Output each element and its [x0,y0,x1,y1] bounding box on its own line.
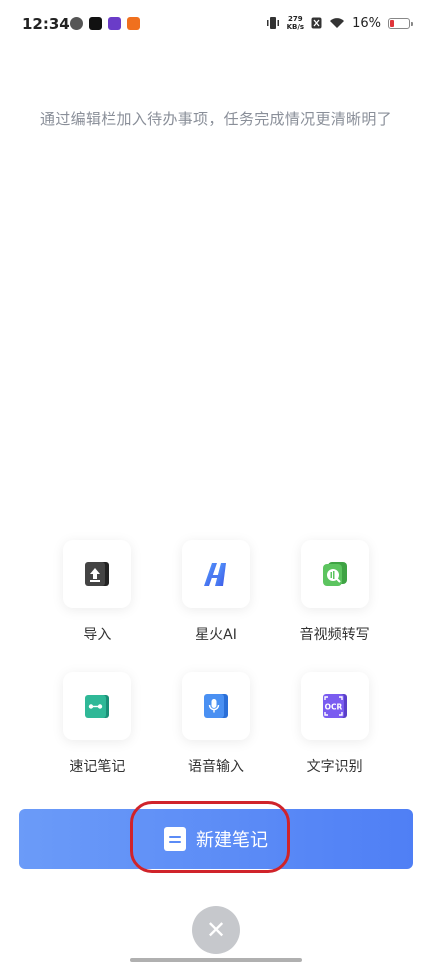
tool-card[interactable]: OCR [300,672,369,740]
todo-hint: 通过编辑栏加入待办事项，任务完成情况更清晰明了 [40,110,392,128]
clock: 12:34 [22,15,70,33]
tool-grid: 导入 星火AI 音视频转写 速记笔记 语音输入 OCR 文字识别 [38,540,394,776]
tool-spark-ai[interactable]: 星火AI [157,540,276,644]
tool-label: 星火AI [195,627,237,643]
tool-card[interactable] [300,540,369,608]
note-icon [164,827,186,851]
tool-av-transcribe[interactable]: 音视频转写 [275,540,394,644]
microphone-icon [203,694,228,718]
shorthand-icon [85,695,110,718]
tool-ocr[interactable]: OCR 文字识别 [275,672,394,776]
spark-ai-icon [203,563,226,586]
new-note-button[interactable]: 新建笔记 [19,809,413,869]
import-icon [85,562,110,586]
tool-label: 速记笔记 [69,759,126,775]
tool-card[interactable] [181,672,250,740]
home-indicator[interactable] [130,958,302,962]
tool-import[interactable]: 导入 [38,540,157,644]
av-transcribe-icon [322,562,347,586]
tool-shorthand[interactable]: 速记笔记 [38,672,157,776]
close-icon: ✕ [205,916,227,944]
status-bar: 12:34 279 KB/s 16% [0,0,432,52]
tool-label: 语音输入 [187,759,244,775]
notification-icons [70,17,140,30]
tool-card[interactable] [181,540,250,608]
tiktok-icon [89,17,102,30]
close-button[interactable]: ✕ [192,906,240,954]
tool-card[interactable] [63,672,132,740]
battery-icon [388,17,413,29]
net-speed: 279 KB/s [286,15,305,31]
wifi-icon [330,18,345,28]
ocr-icon: OCR [322,694,347,718]
status-right: 279 KB/s 16% [266,15,413,31]
purple-app-icon [108,17,121,30]
bird-app-icon [70,17,83,30]
ocr-icon-text: OCR [324,703,342,712]
no-sim-icon [311,17,322,29]
tool-label: 音视频转写 [299,627,370,643]
orange-app-icon [127,17,140,30]
tool-voice-input[interactable]: 语音输入 [157,672,276,776]
tool-label: 导入 [83,627,112,643]
tool-card[interactable] [63,540,132,608]
tool-label: 文字识别 [306,759,363,775]
new-note-label: 新建笔记 [196,830,268,851]
vibrate-icon [266,17,279,29]
battery-percent: 16% [352,15,381,31]
